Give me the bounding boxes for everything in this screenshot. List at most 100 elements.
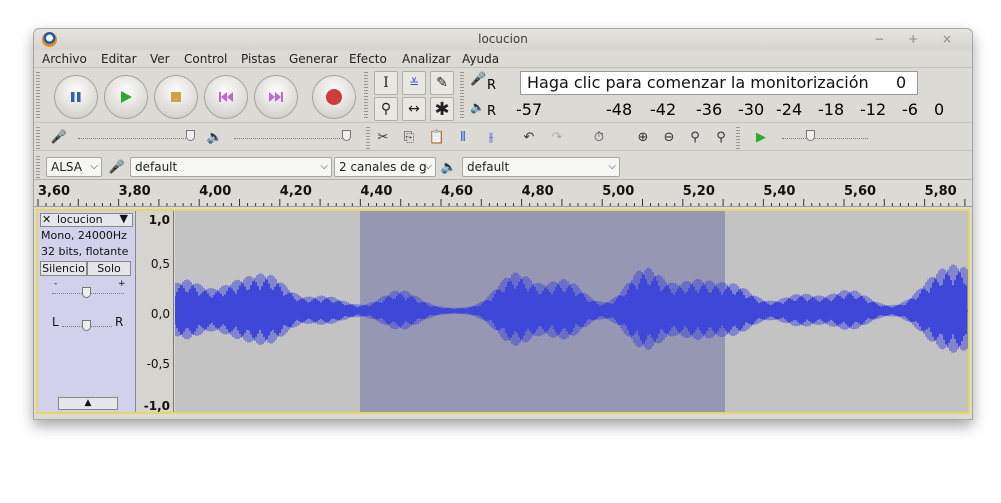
record-volume-slider[interactable] bbox=[78, 137, 188, 139]
mute-button[interactable]: Silencio bbox=[40, 261, 87, 276]
meter-scale-label: -42 bbox=[650, 100, 677, 119]
meter-scale-label: -36 bbox=[696, 100, 723, 119]
play-at-speed-icon[interactable]: ▶ bbox=[750, 126, 772, 148]
sync-lock-icon[interactable]: ⏱ bbox=[588, 126, 610, 148]
speed-thumb[interactable] bbox=[806, 130, 815, 141]
close-icon[interactable]: ✕ bbox=[42, 213, 51, 226]
paste-icon[interactable]: 📋 bbox=[426, 126, 448, 148]
audacity-window: locucion − + × Archivo Editar Ver Contro… bbox=[33, 28, 973, 420]
edit-grip[interactable] bbox=[366, 127, 370, 149]
waveform-path bbox=[175, 264, 968, 353]
menu-archivo[interactable]: Archivo bbox=[42, 52, 87, 66]
timeshift-tool-button[interactable]: ↔ bbox=[402, 97, 426, 121]
record-meter-channel: R bbox=[487, 78, 497, 93]
silence-icon[interactable]: ⫲ bbox=[480, 126, 502, 148]
menu-ver[interactable]: Ver bbox=[150, 52, 170, 66]
record-button[interactable] bbox=[312, 75, 356, 119]
stop-button[interactable] bbox=[154, 75, 198, 119]
transport-toolbar: I ≚ ✎ ⚲ ↔ ✱ 🎤 R Haga clic para comenzar … bbox=[34, 67, 972, 123]
chevron-down-icon: ⌵ bbox=[320, 161, 328, 172]
record-volume-thumb[interactable] bbox=[186, 130, 195, 141]
gain-minus: - bbox=[54, 279, 58, 289]
playback-volume-thumb[interactable] bbox=[342, 130, 351, 141]
meter-scale-label: -48 bbox=[606, 100, 633, 119]
vertical-scale[interactable]: 1,0 0,5 0,0 -0,5 -1,0 bbox=[136, 211, 174, 413]
menu-bar: Archivo Editar Ver Control Pistas Genera… bbox=[34, 50, 972, 67]
audio-track[interactable]: ✕ locucion ▼ Mono, 24000Hz 32 bits, flot… bbox=[36, 209, 970, 414]
timeline-ruler[interactable]: 3,60 3,80 4,00 4,20 4,40 4,60 4,80 5,00 5,20 5,40… bbox=[34, 181, 972, 207]
menu-control[interactable]: Control bbox=[184, 52, 227, 66]
mixer-edit-toolbar: 🎤 🔈 ✂ ⎘ 📋 ⫴ ⫲ ↶ ↷ ⏱ ⊕ ⊖ ⚲ ⚲ ▶ bbox=[34, 124, 972, 151]
skip-start-button[interactable] bbox=[204, 75, 248, 119]
pan-left-label: L bbox=[52, 315, 59, 329]
host-select[interactable]: ALSA ⌵ bbox=[46, 157, 102, 177]
multi-tool-button[interactable]: ✱ bbox=[430, 97, 454, 121]
timeshift-icon: ↔ bbox=[408, 101, 420, 117]
recording-device-select[interactable]: default ⌵ bbox=[130, 157, 332, 177]
fit-selection-icon[interactable]: ⚲ bbox=[684, 126, 706, 148]
draw-tool-button[interactable]: ✎ bbox=[430, 71, 454, 95]
menu-analizar[interactable]: Analizar bbox=[402, 52, 450, 66]
gain-plus: + bbox=[118, 279, 126, 289]
stop-icon bbox=[171, 92, 181, 102]
ruler-ticks bbox=[37, 199, 966, 206]
zoom-tool-button[interactable]: ⚲ bbox=[374, 97, 398, 121]
playback-meter-channel: R bbox=[487, 104, 497, 119]
channels-select[interactable]: 2 canales de g ⌵ bbox=[334, 157, 436, 177]
collapse-button[interactable]: ▲ bbox=[58, 397, 118, 410]
playback-volume-slider[interactable] bbox=[234, 137, 344, 139]
pan-thumb[interactable] bbox=[82, 320, 91, 331]
fit-project-icon[interactable]: ⚲ bbox=[710, 126, 732, 148]
tools-grip[interactable] bbox=[364, 72, 368, 120]
device-grip[interactable] bbox=[36, 156, 40, 178]
skip-end-icon bbox=[269, 92, 283, 102]
skip-start-icon bbox=[219, 92, 233, 102]
undo-icon[interactable]: ↶ bbox=[518, 126, 540, 148]
mixer-grip[interactable] bbox=[36, 127, 40, 149]
menu-efecto[interactable]: Efecto bbox=[349, 52, 387, 66]
meter-scale-label: -30 bbox=[738, 100, 765, 119]
playback-meter[interactable]: -57 -48 -42 -36 -30 -24 -18 -12 -6 0 bbox=[510, 98, 944, 122]
menu-pistas[interactable]: Pistas bbox=[241, 52, 276, 66]
audacity-icon bbox=[42, 32, 57, 47]
meter-grip[interactable] bbox=[460, 72, 464, 120]
menu-editar[interactable]: Editar bbox=[101, 52, 137, 66]
play-icon bbox=[121, 91, 132, 103]
playback-device-value: default bbox=[467, 160, 510, 174]
copy-icon[interactable]: ⎘ bbox=[398, 126, 420, 148]
mic-icon: 🎤 bbox=[108, 159, 126, 175]
record-meter-monitor[interactable]: Haga clic para comenzar la monitorizació… bbox=[520, 71, 918, 95]
meter-scale-label: -57 bbox=[516, 100, 543, 119]
chevron-down-icon: ⌵ bbox=[424, 161, 432, 172]
solo-button[interactable]: Solo bbox=[87, 261, 131, 276]
envelope-tool-button[interactable]: ≚ bbox=[402, 71, 426, 95]
menu-ayuda[interactable]: Ayuda bbox=[462, 52, 499, 66]
meter-scale-label: -12 bbox=[860, 100, 887, 119]
speed-slider[interactable] bbox=[782, 137, 868, 139]
cut-icon[interactable]: ✂ bbox=[372, 126, 394, 148]
chevron-down-icon: ⌵ bbox=[90, 161, 98, 172]
amplitude-label: 0,5 bbox=[150, 257, 170, 271]
zoom-out-icon[interactable]: ⊖ bbox=[658, 126, 680, 148]
skip-end-button[interactable] bbox=[254, 75, 298, 119]
menu-generar[interactable]: Generar bbox=[289, 52, 338, 66]
waveform-view[interactable] bbox=[175, 211, 968, 412]
toolbar-grip[interactable] bbox=[36, 72, 40, 120]
gain-thumb[interactable] bbox=[82, 287, 91, 298]
window-controls[interactable]: − + × bbox=[874, 29, 962, 50]
redo-icon[interactable]: ↷ bbox=[546, 126, 568, 148]
amplitude-label: 0,0 bbox=[150, 307, 170, 321]
magnifier-icon: ⚲ bbox=[380, 101, 392, 117]
trim-icon[interactable]: ⫴ bbox=[452, 126, 474, 148]
play-at-speed-grip[interactable] bbox=[736, 127, 740, 149]
playback-device-select[interactable]: default ⌵ bbox=[462, 157, 620, 177]
meter-scale-label: -6 bbox=[902, 100, 918, 119]
channels-value: 2 canales de g bbox=[339, 160, 427, 174]
track-name-menu[interactable]: ✕ locucion ▼ bbox=[40, 212, 133, 227]
track-name: locucion bbox=[57, 213, 103, 226]
pause-icon bbox=[71, 92, 81, 102]
zoom-in-icon[interactable]: ⊕ bbox=[632, 126, 654, 148]
play-button[interactable] bbox=[104, 75, 148, 119]
selection-tool-button[interactable]: I bbox=[374, 71, 398, 95]
pause-button[interactable] bbox=[54, 75, 98, 119]
